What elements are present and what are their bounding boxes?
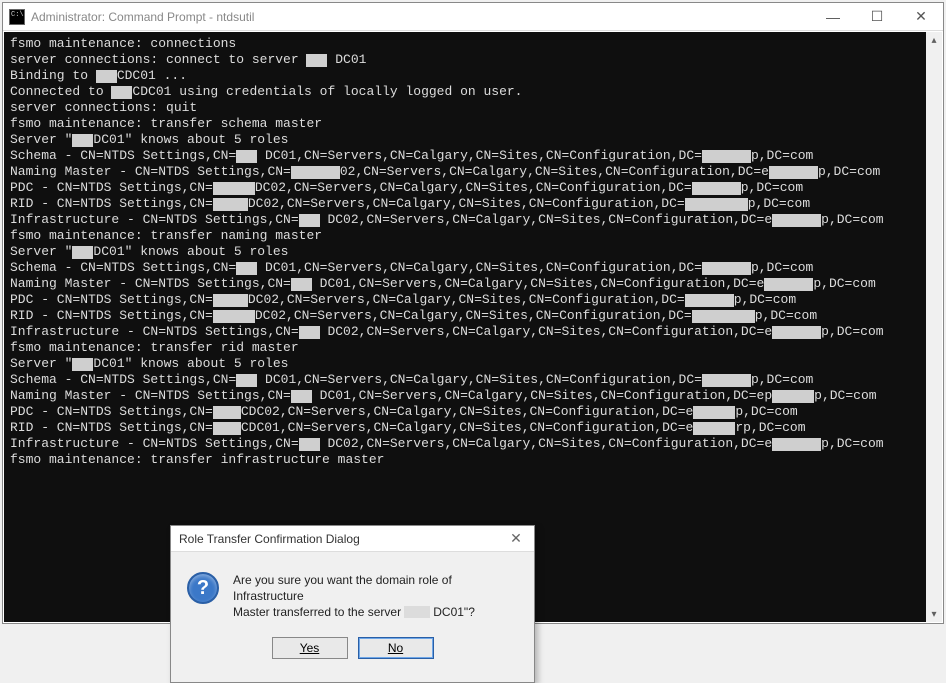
dialog-titlebar[interactable]: Role Transfer Confirmation Dialog ✕ — [171, 526, 534, 552]
terminal-line: PDC - CN=NTDS Settings,CN=█████DC02,CN=S… — [10, 292, 936, 308]
terminal-line: Schema - CN=NTDS Settings,CN=███ DC01,CN… — [10, 372, 936, 388]
redacted-text: ████ — [213, 406, 241, 419]
redacted-text: ███ — [72, 246, 93, 259]
redacted-text: ███ — [236, 374, 257, 387]
redacted-text: ███████ — [764, 278, 813, 291]
terminal-line: server connections: quit — [10, 100, 936, 116]
window-title: Administrator: Command Prompt - ntdsutil — [31, 10, 811, 24]
dialog-line2b: DC01"? — [430, 605, 475, 619]
redacted-text: ███████ — [692, 182, 741, 195]
dialog-body: ? Are you sure you want the domain role … — [171, 552, 534, 631]
scroll-up-icon[interactable]: ▴ — [926, 32, 942, 48]
redacted-text: ███ — [299, 326, 320, 339]
terminal-line: fsmo maintenance: connections — [10, 36, 936, 52]
question-icon: ? — [187, 572, 219, 604]
redacted-text: ███ — [236, 150, 257, 163]
redacted-text: ███ — [96, 70, 117, 83]
redacted-text: ███████ — [702, 262, 751, 275]
terminal-line: Infrastructure - CN=NTDS Settings,CN=███… — [10, 212, 936, 228]
terminal-line: Naming Master - CN=NTDS Settings,CN=████… — [10, 164, 936, 180]
redacted-text: █████ — [213, 294, 248, 307]
yes-label: Yes — [300, 641, 320, 655]
terminal-line: PDC - CN=NTDS Settings,CN=████CDC02,CN=S… — [10, 404, 936, 420]
no-label: No — [388, 641, 403, 655]
terminal-line: Connected to ███CDC01 using credentials … — [10, 84, 936, 100]
terminal-line: Naming Master - CN=NTDS Settings,CN=███ … — [10, 276, 936, 292]
terminal-line: Schema - CN=NTDS Settings,CN=███ DC01,CN… — [10, 260, 936, 276]
no-button[interactable]: No — [358, 637, 434, 659]
dialog-close-button[interactable]: ✕ — [506, 530, 526, 547]
redacted-text: ███ — [291, 278, 312, 291]
terminal-line: fsmo maintenance: transfer schema master — [10, 116, 936, 132]
redacted-text: ██████ — [213, 182, 255, 195]
maximize-button[interactable]: ☐ — [855, 3, 899, 31]
redacted-text: █████████ — [692, 310, 755, 323]
dialog-title: Role Transfer Confirmation Dialog — [179, 532, 506, 546]
dialog-message: Are you sure you want the domain role of… — [233, 572, 514, 621]
titlebar[interactable]: Administrator: Command Prompt - ntdsutil… — [3, 3, 943, 31]
close-button[interactable]: ✕ — [899, 3, 943, 31]
redacted-text: ██████ — [693, 406, 735, 419]
redacted-text: ███████ — [772, 214, 821, 227]
minimize-button[interactable]: — — [811, 3, 855, 31]
terminal-line: fsmo maintenance: transfer infrastructur… — [10, 452, 936, 468]
redacted-text: ████ — [213, 422, 241, 435]
terminal-line: fsmo maintenance: transfer naming master — [10, 228, 936, 244]
redacted-text: ███ — [291, 390, 312, 403]
terminal-line: Server "███DC01" knows about 5 roles — [10, 244, 936, 260]
terminal-line: RID - CN=NTDS Settings,CN=████CDC01,CN=S… — [10, 420, 936, 436]
redacted-text: ███████ — [702, 374, 751, 387]
terminal-line: Infrastructure - CN=NTDS Settings,CN=███… — [10, 436, 936, 452]
dialog-button-row: Yes No — [171, 631, 534, 671]
terminal-line: Server "███DC01" knows about 5 roles — [10, 132, 936, 148]
terminal-line: Naming Master - CN=NTDS Settings,CN=███ … — [10, 388, 936, 404]
redacted-text: ███ — [111, 86, 132, 99]
redacted-text: ███ — [72, 358, 93, 371]
yes-button[interactable]: Yes — [272, 637, 348, 659]
terminal-line: PDC - CN=NTDS Settings,CN=██████DC02,CN=… — [10, 180, 936, 196]
redacted-text: ███ — [299, 214, 320, 227]
redacted-text: █████ — [213, 198, 248, 211]
terminal-line: Binding to ███CDC01 ... — [10, 68, 936, 84]
redacted-text: ███████ — [772, 438, 821, 451]
redacted-text: ███████ — [291, 166, 340, 179]
terminal-line: fsmo maintenance: transfer rid master — [10, 340, 936, 356]
role-transfer-dialog: Role Transfer Confirmation Dialog ✕ ? Ar… — [170, 525, 535, 683]
redacted-text: ███████ — [685, 294, 734, 307]
redacted-text: ███████ — [702, 150, 751, 163]
terminal-line: server connections: connect to server ██… — [10, 52, 936, 68]
vertical-scrollbar[interactable]: ▴ ▾ — [926, 32, 942, 622]
redacted-text: █████████ — [685, 198, 748, 211]
dialog-line2a: Master transferred to the server — [233, 605, 404, 619]
redacted-text: ███ — [236, 262, 257, 275]
terminal-line: RID - CN=NTDS Settings,CN=█████DC02,CN=S… — [10, 196, 936, 212]
dialog-line1: Are you sure you want the domain role of… — [233, 573, 452, 603]
redacted-text: ██████ — [772, 390, 814, 403]
terminal-line: Infrastructure - CN=NTDS Settings,CN=███… — [10, 324, 936, 340]
redacted-text: ███ — [72, 134, 93, 147]
redacted-text: ███ — [299, 438, 320, 451]
scroll-down-icon[interactable]: ▾ — [926, 606, 942, 622]
redacted-text: ███████ — [772, 326, 821, 339]
redacted-text: ██████ — [213, 310, 255, 323]
cmd-icon — [9, 9, 25, 25]
terminal-line: Server "███DC01" knows about 5 roles — [10, 356, 936, 372]
terminal-line: RID - CN=NTDS Settings,CN=██████DC02,CN=… — [10, 308, 936, 324]
redacted-text: ███ — [306, 54, 327, 67]
redacted-server: ███ — [404, 606, 430, 618]
terminal-line: Schema - CN=NTDS Settings,CN=███ DC01,CN… — [10, 148, 936, 164]
redacted-text: ██████ — [693, 422, 735, 435]
window-controls: — ☐ ✕ — [811, 3, 943, 31]
redacted-text: ███████ — [769, 166, 818, 179]
